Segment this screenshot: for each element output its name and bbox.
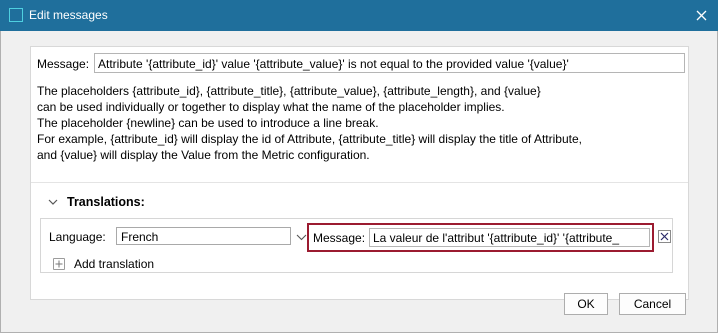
translations-header: Translations: bbox=[67, 195, 145, 209]
language-label: Language: bbox=[49, 230, 106, 244]
chevron-down-icon bbox=[47, 196, 59, 208]
ok-button[interactable]: OK bbox=[564, 293, 608, 315]
dialog-body: Message: Attribute '{attribute_id}' valu… bbox=[0, 31, 718, 333]
title-bar: Edit messages bbox=[0, 0, 718, 31]
divider bbox=[31, 182, 688, 183]
translation-message-input[interactable]: La valeur de l'attribut '{attribute_id}'… bbox=[369, 228, 650, 247]
translation-message-group: Message: La valeur de l'attribut '{attri… bbox=[307, 223, 654, 252]
message-panel: Message: Attribute '{attribute_id}' valu… bbox=[30, 46, 689, 300]
help-line: can be used individually or together to … bbox=[37, 100, 505, 114]
help-line: The placeholder {newline} can be used to… bbox=[37, 116, 379, 130]
placeholder-help-text: The placeholders {attribute_id}, {attrib… bbox=[37, 83, 677, 163]
message-row: Message: Attribute '{attribute_id}' valu… bbox=[37, 53, 685, 75]
add-translation-label: Add translation bbox=[74, 257, 155, 271]
translation-message-label: Message: bbox=[313, 231, 366, 245]
add-translation-button[interactable]: Add translation bbox=[53, 256, 154, 272]
help-line: The placeholders {attribute_id}, {attrib… bbox=[37, 84, 541, 98]
remove-translation-icon[interactable] bbox=[658, 230, 671, 243]
cancel-button[interactable]: Cancel bbox=[619, 293, 686, 315]
message-label: Message: bbox=[37, 57, 90, 71]
translation-entry: Language: French Message: La valeur de l… bbox=[40, 218, 673, 273]
plus-icon bbox=[53, 258, 65, 270]
message-input[interactable]: Attribute '{attribute_id}' value '{attri… bbox=[94, 53, 685, 73]
translations-toggle[interactable]: Translations: bbox=[47, 193, 145, 211]
close-icon[interactable] bbox=[690, 4, 712, 26]
help-line: and {value} will display the Value from … bbox=[37, 148, 370, 162]
language-select[interactable]: French bbox=[116, 227, 291, 245]
window-icon bbox=[9, 8, 23, 22]
chevron-down-icon[interactable] bbox=[296, 231, 307, 241]
help-line: For example, {attribute_id} will display… bbox=[37, 132, 582, 146]
window-title: Edit messages bbox=[29, 8, 108, 22]
